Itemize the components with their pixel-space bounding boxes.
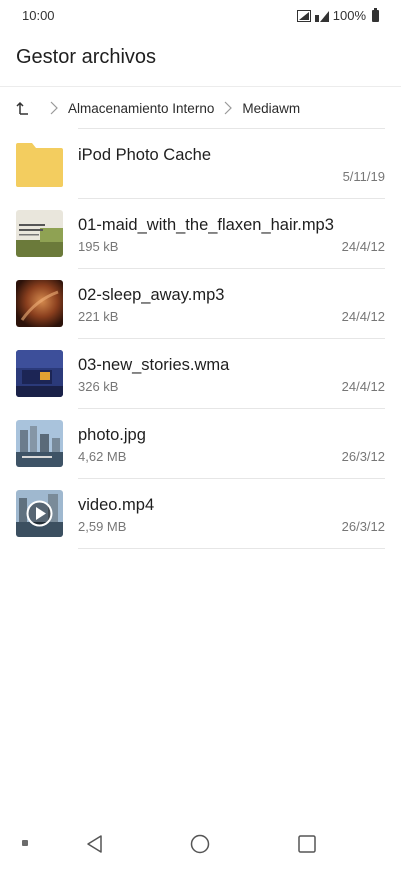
recent-apps-icon[interactable]: [297, 834, 317, 854]
file-size: 195 kB: [78, 239, 119, 254]
file-date: 24/4/12: [341, 309, 385, 324]
home-icon[interactable]: [190, 834, 210, 854]
breadcrumb-item-storage[interactable]: Almacenamiento Interno: [68, 101, 214, 116]
file-name: photo.jpg: [78, 426, 146, 444]
video-thumbnail: [16, 490, 63, 537]
file-date: 24/4/12: [341, 239, 385, 254]
status-time: 10:00: [22, 8, 55, 23]
list-item[interactable]: photo.jpg 4,62 MB 26/3/12: [0, 409, 401, 479]
status-icons: 100%: [296, 7, 379, 23]
page-title: Gestor archivos: [16, 46, 157, 68]
file-size: 221 kB: [78, 309, 119, 324]
list-item[interactable]: 01-maid_with_the_flaxen_hair.mp3 195 kB …: [0, 199, 401, 269]
file-name: 03-new_stories.wma: [78, 356, 230, 374]
folder-icon: [16, 140, 63, 187]
status-bar: 10:00 100%: [0, 0, 401, 32]
file-date: 24/4/12: [341, 379, 385, 394]
navigation-bar: [0, 820, 401, 870]
file-name: 01-maid_with_the_flaxen_hair.mp3: [78, 216, 334, 234]
file-name: iPod Photo Cache: [78, 146, 212, 164]
file-name: video.mp4: [78, 496, 155, 514]
image-thumbnail: [16, 420, 63, 467]
chevron-right-icon: [50, 101, 58, 115]
file-date: 5/11/19: [342, 169, 385, 184]
dot-icon[interactable]: [22, 840, 28, 846]
file-list: iPod Photo Cache 5/11/19 01-maid_with_th…: [0, 129, 401, 549]
file-size: 4,62 MB: [78, 449, 127, 464]
chevron-right-icon: [224, 101, 233, 115]
breadcrumb-item-current[interactable]: Mediawm: [242, 101, 300, 116]
album-art-thumbnail: [16, 210, 63, 257]
list-item[interactable]: video.mp4 2,59 MB 26/3/12: [0, 479, 401, 549]
list-item[interactable]: iPod Photo Cache 5/11/19: [0, 129, 401, 199]
file-size: 2,59 MB: [78, 519, 127, 534]
file-name: 02-sleep_away.mp3: [78, 286, 225, 304]
sim2-signal-icon: [314, 10, 329, 22]
list-item[interactable]: 03-new_stories.wma 326 kB 24/4/12: [0, 339, 401, 409]
file-date: 26/3/12: [341, 519, 385, 534]
list-item[interactable]: 02-sleep_away.mp3 221 kB 24/4/12: [0, 269, 401, 339]
file-date: 26/3/12: [341, 449, 385, 464]
album-art-thumbnail: [16, 350, 63, 397]
navigate-up-icon[interactable]: [16, 100, 30, 116]
battery-percent: 100%: [332, 8, 366, 23]
file-manager-screen: 10:00 100% Gestor archivos Almacenamient…: [0, 0, 401, 870]
breadcrumb: Almacenamiento Interno Mediawm: [0, 86, 401, 129]
file-size: 326 kB: [78, 379, 119, 394]
battery-icon: [372, 7, 379, 22]
back-icon[interactable]: [85, 834, 105, 854]
sim1-signal-icon: [296, 9, 311, 22]
divider: [78, 548, 385, 549]
album-art-thumbnail: [16, 280, 63, 327]
